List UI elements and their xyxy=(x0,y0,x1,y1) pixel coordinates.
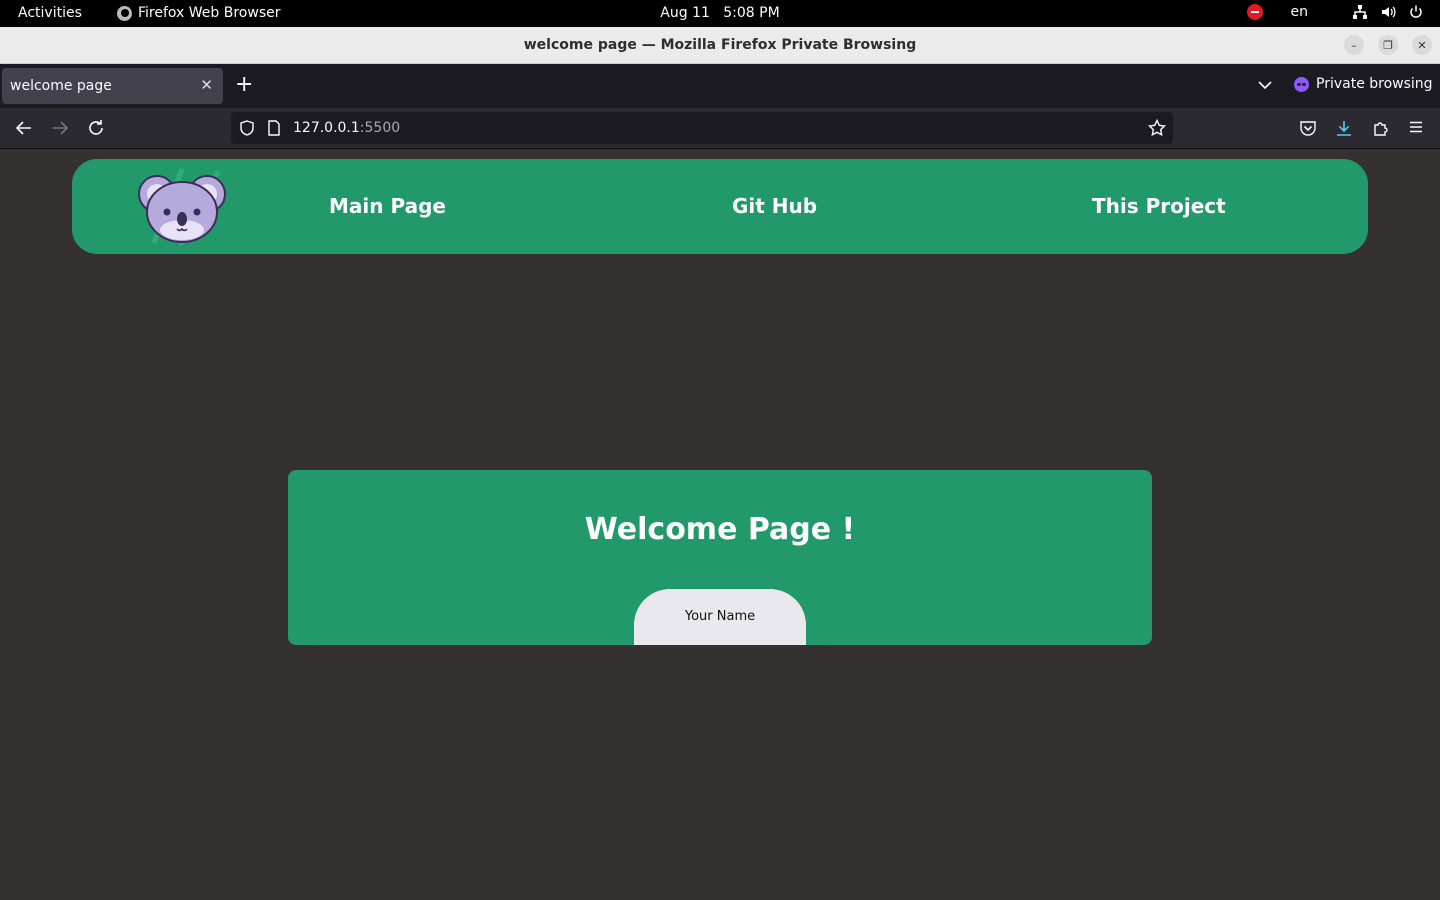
minimize-button[interactable]: – xyxy=(1344,35,1364,55)
restore-icon: ❐ xyxy=(1383,38,1393,52)
private-mask-icon xyxy=(1294,76,1309,92)
firefox-icon xyxy=(117,5,132,21)
system-top-bar: Activities Firefox Web Browser Aug 11 5:… xyxy=(0,0,1440,27)
url-text[interactable]: 127.0.0.1:5500 xyxy=(293,120,400,136)
keyboard-language[interactable]: en xyxy=(1291,4,1309,20)
koala-icon[interactable] xyxy=(134,167,230,247)
chevron-down-icon[interactable] xyxy=(1258,80,1272,90)
nav-link-main-page[interactable]: Main Page xyxy=(329,194,446,218)
private-browsing-indicator: Private browsing xyxy=(1294,76,1433,92)
bookmark-star-icon[interactable] xyxy=(1148,119,1166,137)
close-icon: ✕ xyxy=(1417,38,1427,52)
tab-close-icon[interactable]: ✕ xyxy=(200,76,213,94)
your-name-button[interactable]: Your Name xyxy=(634,589,806,645)
reload-icon[interactable] xyxy=(87,119,105,137)
power-icon[interactable] xyxy=(1408,4,1424,20)
menu-icon[interactable] xyxy=(1408,119,1424,135)
close-window-button[interactable]: ✕ xyxy=(1412,35,1432,55)
clock-time: 5:08 PM xyxy=(723,5,780,21)
clock-button[interactable]: Aug 11 5:08 PM xyxy=(660,5,779,21)
url-port: :5500 xyxy=(359,120,401,136)
activities-button[interactable]: Activities xyxy=(18,5,82,21)
volume-icon[interactable] xyxy=(1380,4,1396,20)
downloads-icon[interactable] xyxy=(1335,119,1353,137)
back-icon[interactable] xyxy=(15,119,33,137)
url-bar[interactable]: 127.0.0.1:5500 xyxy=(231,112,1173,144)
do-not-disturb-icon[interactable] xyxy=(1246,4,1263,20)
nav-link-this-project[interactable]: This Project xyxy=(1092,194,1226,218)
window-titlebar[interactable]: welcome page — Mozilla Firefox Private B… xyxy=(0,27,1440,64)
page-viewport: Main Page Git Hub This Project Welcome P… xyxy=(0,149,1440,900)
navigation-toolbar: 127.0.0.1:5500 xyxy=(0,108,1440,149)
welcome-card: Welcome Page ! Your Name xyxy=(288,470,1152,645)
site-navbar: Main Page Git Hub This Project xyxy=(72,159,1368,254)
maximize-button[interactable]: ❐ xyxy=(1378,35,1398,55)
welcome-title: Welcome Page ! xyxy=(584,512,856,547)
forward-icon[interactable] xyxy=(51,119,69,137)
tracking-protection-icon[interactable] xyxy=(239,120,255,136)
app-menu[interactable]: Firefox Web Browser xyxy=(117,5,281,21)
window-title: welcome page — Mozilla Firefox Private B… xyxy=(523,37,917,53)
pocket-icon[interactable] xyxy=(1299,119,1317,137)
tab-title: welcome page xyxy=(10,78,112,94)
page-icon[interactable] xyxy=(267,120,281,136)
minimize-icon: – xyxy=(1351,38,1357,52)
tab-welcome-page[interactable]: welcome page ✕ xyxy=(2,68,223,104)
private-browsing-label: Private browsing xyxy=(1316,76,1433,92)
url-host: 127.0.0.1 xyxy=(293,120,360,136)
system-tray[interactable]: en xyxy=(1246,4,1425,20)
tab-strip: welcome page ✕ + Private browsing xyxy=(0,64,1440,108)
clock-date: Aug 11 xyxy=(660,5,710,21)
network-icon[interactable] xyxy=(1352,4,1368,20)
extensions-icon[interactable] xyxy=(1372,119,1390,137)
nav-link-git-hub[interactable]: Git Hub xyxy=(732,194,817,218)
new-tab-button[interactable]: + xyxy=(235,74,253,96)
app-menu-label: Firefox Web Browser xyxy=(138,5,281,21)
your-name-label: Your Name xyxy=(684,609,756,624)
